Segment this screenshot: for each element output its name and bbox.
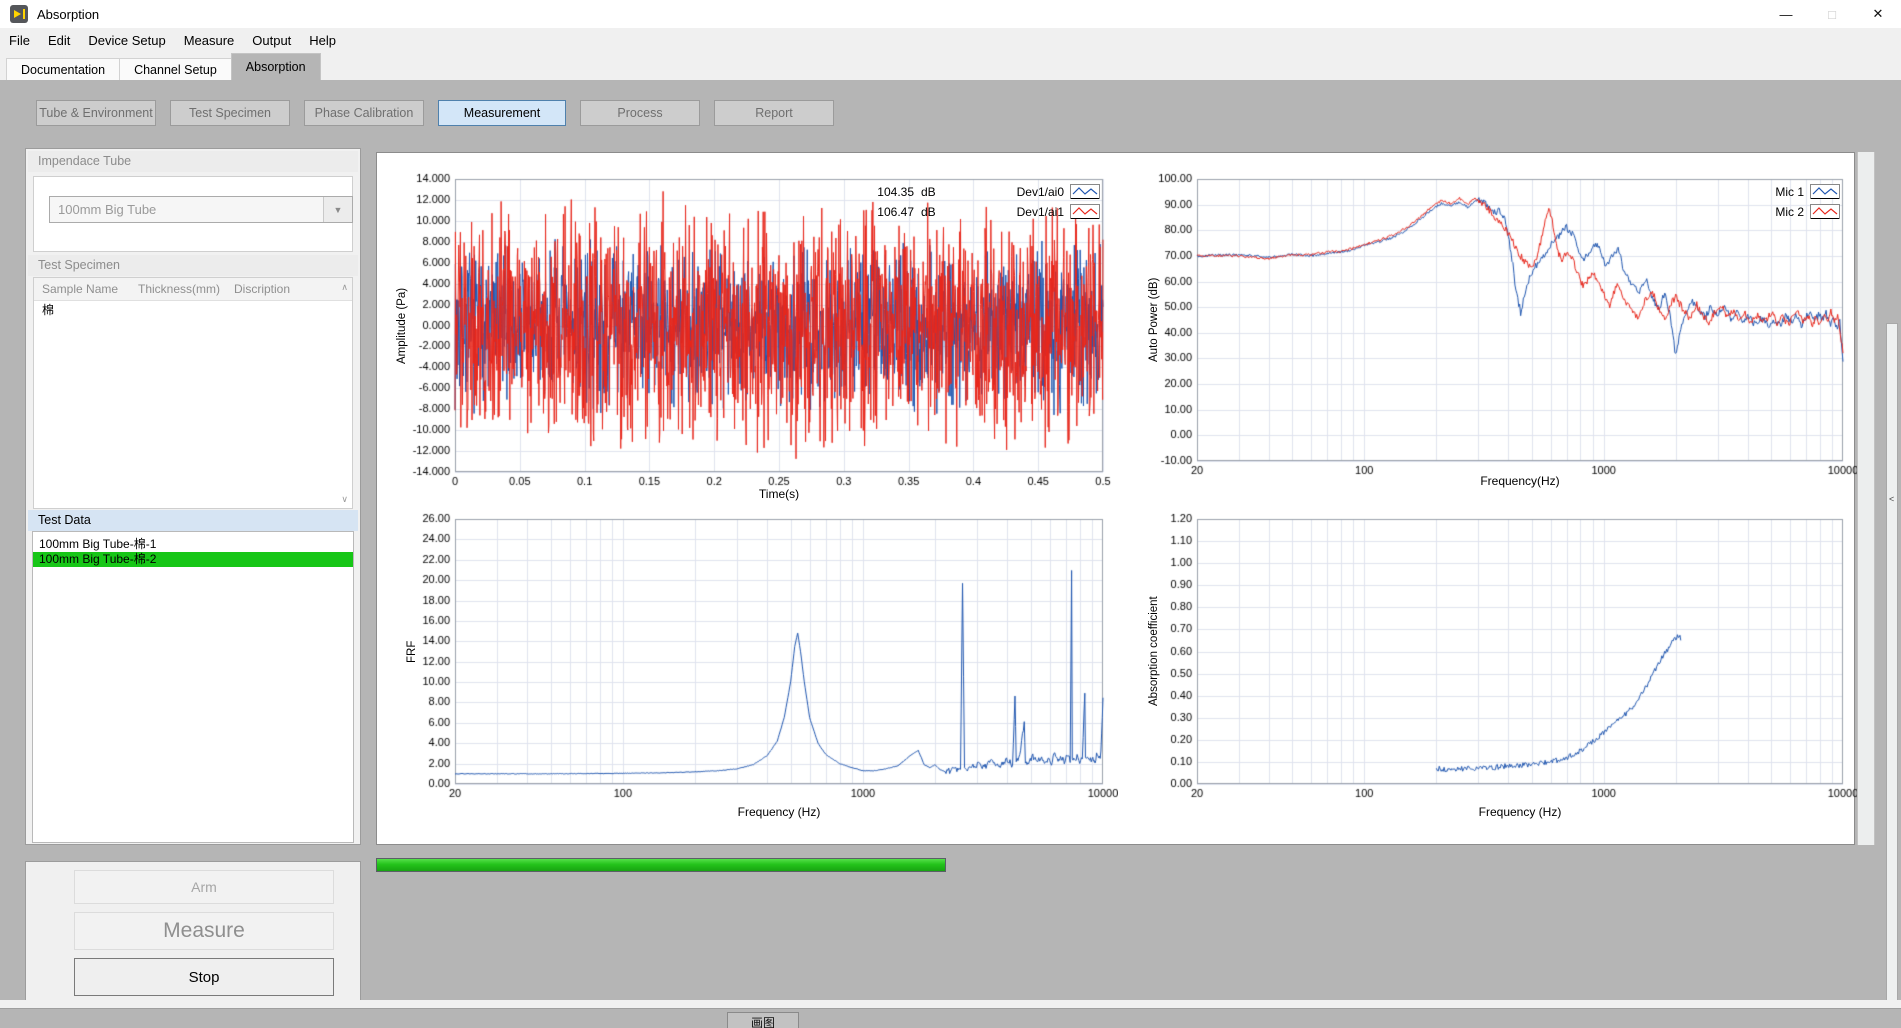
tab-channel-setup[interactable]: Channel Setup (119, 58, 232, 80)
title-bar: Absorption — □ ✕ (0, 0, 1901, 28)
dropdown-button[interactable]: ▼ (323, 197, 352, 222)
list-item[interactable]: 100mm Big Tube-棉-1 (33, 537, 353, 552)
action-panel: Arm Measure Stop (25, 861, 361, 1004)
plot-style-icon[interactable] (1070, 184, 1100, 200)
test-data-list: 100mm Big Tube-棉-1 100mm Big Tube-棉-2 (32, 531, 354, 843)
test-specimen-table-header: Sample Name Thickness(mm) Discription (34, 278, 352, 301)
app-icon (10, 5, 28, 23)
plot-name: Mic 2 (1775, 205, 1804, 219)
level-readout-unit: dB (921, 185, 936, 199)
subtab-report[interactable]: Report (714, 100, 834, 126)
level-readout-value: 104.35 (858, 185, 914, 199)
measure-button[interactable]: Measure (74, 912, 334, 950)
progress-fill (377, 859, 945, 871)
subtab-process[interactable]: Process (580, 100, 700, 126)
chevron-down-icon: ▼ (334, 205, 343, 215)
scroll-down-icon[interactable]: ∨ (341, 495, 348, 504)
test-specimen-header: Test Specimen (28, 255, 358, 276)
y-axis-label-amplitude: Amplitude (Pa) (394, 179, 410, 472)
collapse-left-icon[interactable]: < (1889, 494, 1894, 504)
window-title: Absorption (37, 7, 99, 22)
tab-absorption[interactable]: Absorption (231, 53, 321, 80)
auto-power-plot (1128, 166, 1858, 488)
menu-file[interactable]: File (0, 28, 39, 53)
frf-plot (388, 506, 1118, 814)
level-readout-value: 106.47 (858, 205, 914, 219)
menu-device-setup[interactable]: Device Setup (79, 28, 174, 53)
table-row[interactable]: 棉 (34, 301, 352, 318)
close-button[interactable]: ✕ (1855, 0, 1901, 28)
minimize-button[interactable]: — (1763, 0, 1809, 28)
subtab-test-specimen[interactable]: Test Specimen (170, 100, 290, 126)
absorption-plot (1128, 506, 1858, 814)
stop-button[interactable]: Stop (74, 958, 334, 996)
plot-name: Dev1/ai0 (1017, 185, 1064, 199)
plot-name: Dev1/ai1 (1017, 205, 1064, 219)
x-axis-label-frequency-2: Frequency (Hz) (679, 805, 879, 819)
column-discription: Discription (226, 282, 352, 296)
maximize-button: □ (1809, 0, 1855, 28)
column-sample-name: Sample Name (34, 282, 130, 296)
plot-style-icon[interactable] (1810, 204, 1840, 220)
test-data-header: Test Data (28, 510, 358, 531)
measurement-subtabs: Tube & Environment Test Specimen Phase C… (36, 100, 834, 126)
plot-name: Mic 1 (1775, 185, 1804, 199)
tab-documentation[interactable]: Documentation (6, 58, 120, 80)
play-triangle-icon (14, 10, 21, 18)
arm-button[interactable]: Arm (74, 870, 334, 904)
window-controls: — □ ✕ (1763, 0, 1901, 28)
absorption-page: Tube & Environment Test Specimen Phase C… (0, 80, 1901, 1028)
legend-item-dev1-ai0[interactable]: 104.35 dB Dev1/ai0 (858, 182, 1100, 201)
menu-output[interactable]: Output (243, 28, 300, 53)
time-waveform-legend: 104.35 dB Dev1/ai0 106.47 dB Dev1/ai1 (858, 182, 1100, 222)
cell-sample-name: 棉 (34, 301, 130, 318)
subtab-phase-calibration[interactable]: Phase Calibration (304, 100, 424, 126)
legend-item-mic2[interactable]: Mic 2 (1752, 202, 1840, 221)
play-bar-icon (23, 9, 25, 19)
level-readout-unit: dB (921, 205, 936, 219)
impedance-tube-dropdown-value: 100mm Big Tube (50, 197, 323, 222)
menu-bar: File Edit Device Setup Measure Output He… (0, 28, 1901, 53)
progress-bar (376, 858, 946, 872)
menu-edit[interactable]: Edit (39, 28, 79, 53)
y-axis-label-auto-power: Auto Power (dB) (1146, 179, 1162, 461)
x-axis-label-frequency-1: Frequency(Hz) (1420, 474, 1620, 488)
scroll-up-icon[interactable]: ∧ (341, 283, 348, 292)
page-bottom-edge (0, 1000, 1901, 1009)
main-tabs: Documentation Channel Setup Absorption (0, 53, 1901, 80)
subtab-measurement[interactable]: Measurement (438, 100, 566, 126)
impedance-tube-groupbox: 100mm Big Tube ▼ (33, 176, 353, 252)
x-axis-label-time: Time(s) (679, 487, 879, 501)
list-item-selected[interactable]: 100mm Big Tube-棉-2 (33, 552, 353, 567)
right-gutter (1857, 152, 1875, 845)
left-sidebar: Impendace Tube 100mm Big Tube ▼ Test Spe… (25, 148, 361, 845)
legend-item-mic1[interactable]: Mic 1 (1752, 182, 1840, 201)
y-axis-label-absorption: Absorption coefficient (1146, 519, 1162, 784)
impedance-tube-header: Impendace Tube (28, 151, 358, 172)
plot-style-icon[interactable] (1070, 204, 1100, 220)
plot-style-icon[interactable] (1810, 184, 1840, 200)
legend-item-dev1-ai1[interactable]: 106.47 dB Dev1/ai1 (858, 202, 1100, 221)
y-axis-label-frf: FRF (404, 519, 420, 784)
subtab-tube-environment[interactable]: Tube & Environment (36, 100, 156, 126)
menu-measure[interactable]: Measure (175, 28, 244, 53)
bottom-tab[interactable]: 画图 (727, 1012, 799, 1028)
menu-help[interactable]: Help (300, 28, 345, 53)
test-specimen-table: Sample Name Thickness(mm) Discription 棉 … (33, 277, 353, 509)
side-collapse-strip[interactable]: < (1886, 323, 1898, 1008)
auto-power-legend: Mic 1 Mic 2 (1752, 182, 1840, 222)
column-thickness: Thickness(mm) (130, 282, 226, 296)
x-axis-label-frequency-3: Frequency (Hz) (1420, 805, 1620, 819)
impedance-tube-dropdown[interactable]: 100mm Big Tube ▼ (49, 196, 353, 223)
